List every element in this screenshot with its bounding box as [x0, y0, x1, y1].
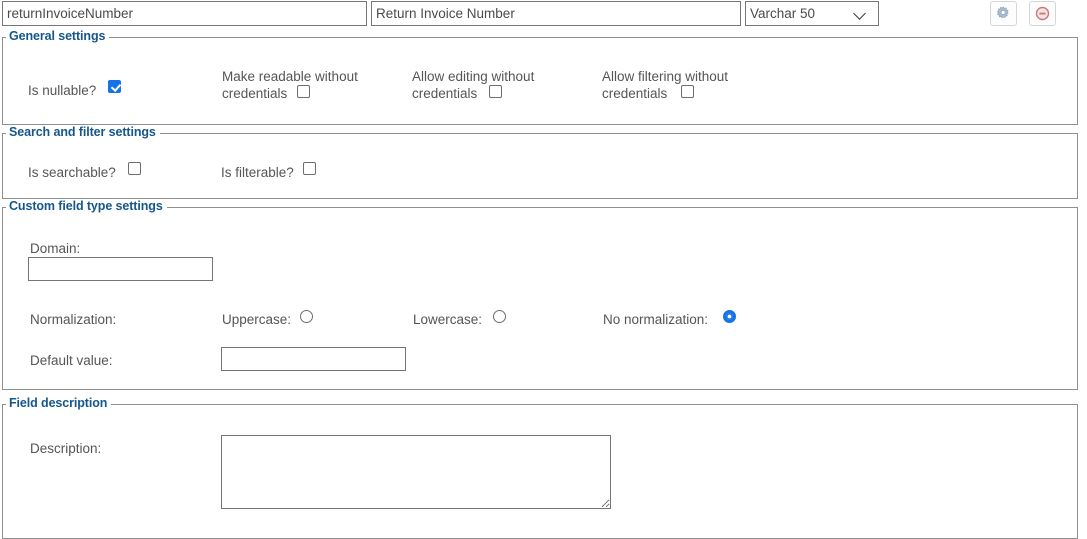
- checkbox-allow-editing-without-credentials[interactable]: [489, 85, 502, 98]
- label-is-searchable: Is searchable?: [28, 165, 116, 180]
- label-allow-editing-without-credentials: Allow editing without credentials: [412, 69, 535, 101]
- section-search-filter-settings: Search and filter settings Is searchable…: [2, 125, 1078, 199]
- section-general-settings: General settings Is nullable? Make reada…: [2, 29, 1078, 125]
- minus-circle-icon: [1035, 6, 1050, 21]
- settings-button[interactable]: [990, 1, 1017, 26]
- field-header-row: Varchar 50: [0, 0, 1087, 30]
- section-description-legend: Field description: [6, 396, 112, 410]
- description-textarea[interactable]: [221, 435, 611, 509]
- label-description: Description:: [30, 441, 102, 456]
- label-is-nullable: Is nullable?: [28, 83, 97, 98]
- label-domain: Domain:: [30, 241, 81, 256]
- section-general-legend: General settings: [6, 29, 110, 43]
- radio-normalization-none[interactable]: [723, 310, 736, 323]
- checkbox-is-filterable[interactable]: [303, 162, 316, 175]
- label-is-filterable: Is filterable?: [221, 165, 294, 180]
- checkbox-is-searchable[interactable]: [128, 162, 141, 175]
- field-name-input[interactable]: [2, 1, 367, 26]
- section-search-legend: Search and filter settings: [6, 125, 160, 139]
- label-normalization: Normalization:: [30, 312, 117, 327]
- checkbox-is-nullable[interactable]: [108, 80, 121, 93]
- label-default-value: Default value:: [30, 353, 113, 368]
- remove-field-button[interactable]: [1029, 1, 1056, 26]
- checkbox-make-readable-without-credentials[interactable]: [297, 85, 310, 98]
- field-label-input[interactable]: [371, 1, 741, 26]
- field-type-selected-value: Varchar 50: [750, 6, 816, 21]
- label-normalization-uppercase: Uppercase:: [222, 312, 292, 327]
- chevron-down-icon: [854, 7, 868, 21]
- label-normalization-lowercase: Lowercase:: [413, 312, 483, 327]
- section-field-description: Field description Description:: [2, 396, 1078, 539]
- section-custom-field-type-settings: Custom field type settings Domain: Norma…: [2, 199, 1078, 390]
- gear-icon: [996, 6, 1009, 19]
- domain-input[interactable]: [28, 257, 213, 281]
- checkbox-allow-filtering-without-credentials[interactable]: [681, 85, 694, 98]
- label-normalization-none: No normalization:: [603, 312, 709, 327]
- section-custom-legend: Custom field type settings: [6, 199, 167, 213]
- field-type-select[interactable]: Varchar 50: [745, 1, 879, 26]
- default-value-input[interactable]: [221, 347, 406, 371]
- radio-normalization-uppercase[interactable]: [300, 310, 313, 323]
- label-allow-filtering-without-credentials: Allow filtering without credentials: [602, 69, 729, 101]
- radio-normalization-lowercase[interactable]: [493, 310, 506, 323]
